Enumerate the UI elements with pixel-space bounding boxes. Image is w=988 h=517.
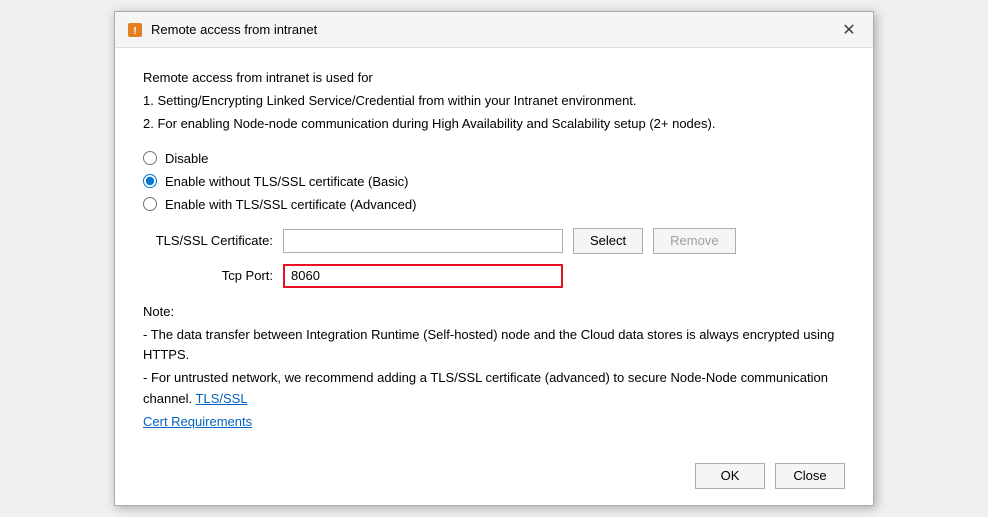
- radio-disable[interactable]: Disable: [143, 151, 845, 166]
- remove-button[interactable]: Remove: [653, 228, 735, 254]
- cert-input[interactable]: [283, 229, 563, 253]
- description-section: Remote access from intranet is used for …: [143, 68, 845, 134]
- dialog-close-button[interactable]: ✕: [837, 18, 861, 42]
- radio-enable-advanced[interactable]: Enable with TLS/SSL certificate (Advance…: [143, 197, 845, 212]
- port-label: Tcp Port:: [143, 268, 273, 283]
- radio-disable-input[interactable]: [143, 151, 157, 165]
- dialog-icon: !: [127, 22, 143, 38]
- radio-enable-advanced-label: Enable with TLS/SSL certificate (Advance…: [165, 197, 416, 212]
- cert-requirements-link[interactable]: Cert Requirements: [143, 414, 252, 429]
- port-input[interactable]: [283, 264, 563, 288]
- cert-label: TLS/SSL Certificate:: [143, 233, 273, 248]
- radio-disable-label: Disable: [165, 151, 208, 166]
- dialog-title: Remote access from intranet: [151, 22, 317, 37]
- port-row: Tcp Port:: [143, 264, 845, 288]
- note-title: Note:: [143, 302, 845, 323]
- radio-enable-basic-input[interactable]: [143, 174, 157, 188]
- select-button[interactable]: Select: [573, 228, 643, 254]
- description-intro: Remote access from intranet is used for: [143, 68, 845, 89]
- note-line3: Cert Requirements: [143, 412, 845, 433]
- title-bar: ! Remote access from intranet ✕: [115, 12, 873, 48]
- note-section: Note: - The data transfer between Integr…: [143, 302, 845, 433]
- cert-row: TLS/SSL Certificate: Select Remove: [143, 228, 845, 254]
- radio-enable-advanced-input[interactable]: [143, 197, 157, 211]
- radio-enable-basic[interactable]: Enable without TLS/SSL certificate (Basi…: [143, 174, 845, 189]
- radio-enable-basic-label: Enable without TLS/SSL certificate (Basi…: [165, 174, 409, 189]
- note-line2: - For untrusted network, we recommend ad…: [143, 368, 845, 410]
- description-point2: 2. For enabling Node-node communication …: [143, 114, 845, 135]
- svg-text:!: !: [133, 26, 136, 37]
- description-point1: 1. Setting/Encrypting Linked Service/Cre…: [143, 91, 845, 112]
- dialog-body: Remote access from intranet is used for …: [115, 48, 873, 450]
- tls-ssl-link[interactable]: TLS/SSL: [196, 391, 248, 406]
- ok-button[interactable]: OK: [695, 463, 765, 489]
- title-bar-left: ! Remote access from intranet: [127, 22, 317, 38]
- note-line1: - The data transfer between Integration …: [143, 325, 845, 367]
- close-button[interactable]: Close: [775, 463, 845, 489]
- dialog-container: ! Remote access from intranet ✕ Remote a…: [114, 11, 874, 505]
- dialog-footer: OK Close: [115, 451, 873, 505]
- radio-group: Disable Enable without TLS/SSL certifica…: [143, 151, 845, 212]
